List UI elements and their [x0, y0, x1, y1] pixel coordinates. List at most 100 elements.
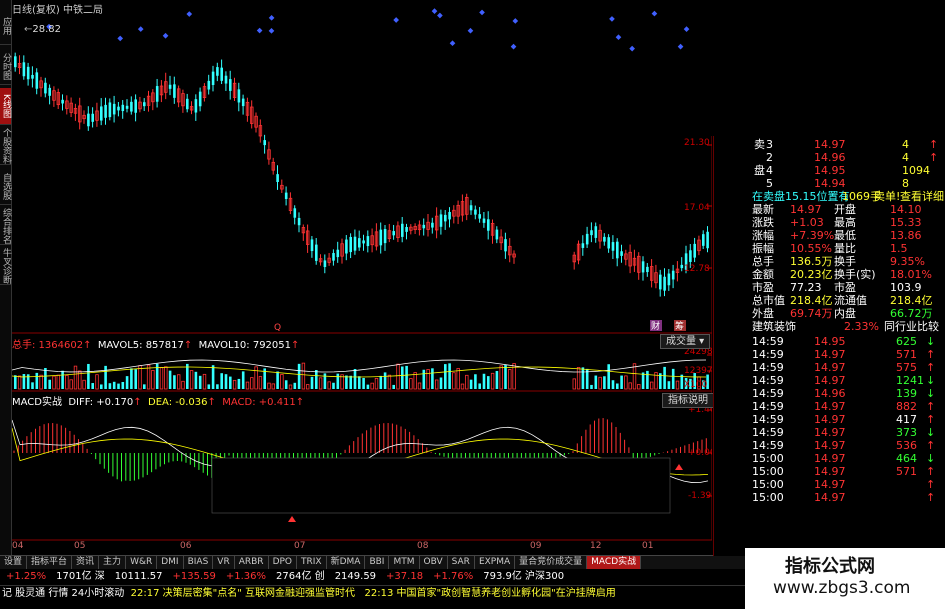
tick-price: 14.97: [814, 426, 846, 439]
index-value: +37.18: [386, 571, 424, 582]
volume-bar: [73, 365, 78, 390]
price-axis-label: 12.78: [684, 264, 710, 274]
index-value: +135.59: [172, 571, 216, 582]
indicator-tab[interactable]: 设置: [0, 556, 28, 569]
left-tab[interactable]: K线图: [0, 88, 11, 125]
indicator-tab[interactable]: MTM: [389, 556, 420, 569]
volume-bar: [620, 375, 623, 389]
indicator-tab[interactable]: 指标平台: [27, 556, 73, 569]
volume-indicator-button[interactable]: 成交量 ▾: [660, 334, 711, 349]
indicator-tab[interactable]: OBV: [420, 556, 448, 569]
volume-bar: [628, 382, 632, 390]
quote-row: 15:00 14.97 ↑: [714, 491, 945, 504]
order-side-label: 盘: [754, 164, 765, 177]
volume-bar: [469, 379, 473, 389]
indicator-tab[interactable]: ARBR: [235, 556, 269, 569]
news-item[interactable]: 22:17 决策层密集"点名" 互联网金融迎强监管时代: [131, 588, 355, 599]
indicator-tab[interactable]: VR: [213, 556, 235, 569]
signal-diamond: [186, 11, 193, 17]
signal-diamond: [449, 40, 456, 47]
signal-diamond: [609, 16, 615, 22]
left-tab[interactable]: 综合排名: [0, 208, 11, 245]
volume-bar: [318, 377, 323, 390]
volume-bar: [65, 374, 69, 390]
quote-value: 136.5万: [790, 255, 833, 268]
volume-bar: [439, 377, 443, 389]
candle-body: [108, 102, 112, 118]
quote-row: 15:00 14.97 571 ↑: [714, 465, 945, 478]
tick-price: 14.97: [814, 400, 846, 413]
volume-bar: [383, 372, 387, 389]
index-value: 10111.57: [114, 571, 163, 582]
quote-row: 振幅 10.55% 量比 1.5: [714, 242, 945, 255]
left-tab[interactable]: 个股资料: [0, 128, 11, 165]
price-axis-label: 17.04: [684, 203, 710, 213]
kline-chart[interactable]: 21.3017.0412.782429812397X100+1.40+0.003…: [12, 0, 712, 555]
quote-label: 最低: [834, 229, 856, 242]
indicator-help-button[interactable]: 指标说明: [662, 393, 714, 408]
indicator-tab[interactable]: DMI: [157, 556, 184, 569]
volume-bar: [405, 365, 408, 389]
news-ticker[interactable]: 记 股灵通 行情 24小时滚动 22:17 决策层密集"点名" 互联网金融迎强监…: [0, 585, 745, 602]
left-tab[interactable]: 应用: [0, 8, 11, 45]
indicator-tab[interactable]: BIAS: [184, 556, 214, 569]
volume-bar: [95, 374, 99, 390]
indicator-tab[interactable]: MACD实战: [587, 556, 642, 569]
candle-body: [401, 223, 404, 237]
tick-time: 15:00: [752, 478, 784, 491]
candle-body: [117, 106, 120, 111]
candle-body: [667, 273, 671, 286]
volume-bar: [220, 373, 223, 389]
order-detail-link[interactable]: 查看详细: [900, 190, 944, 203]
quote-label: 振幅: [752, 242, 774, 255]
indicator-tab[interactable]: 量合竞价成交量: [515, 556, 588, 569]
quote-row: 14:59 14.97 1241 ↓: [714, 374, 945, 387]
indicator-tab[interactable]: 新DMA: [327, 556, 366, 569]
candle-body: [689, 250, 692, 262]
volume-bar: [667, 381, 671, 389]
volume-bar: [598, 376, 602, 390]
quote-value: +1.03: [790, 216, 824, 229]
volume-bar: [431, 368, 434, 389]
indicator-tab[interactable]: SAR: [448, 556, 475, 569]
candle-body: [663, 276, 666, 291]
indicator-tab[interactable]: DPO: [269, 556, 298, 569]
tick-price: 14.97: [814, 374, 846, 387]
volume-bar: [594, 375, 598, 389]
date-label: 08: [417, 541, 429, 551]
sector-compare-button[interactable]: 同行业比较: [884, 320, 939, 333]
indicator-tab[interactable]: TRIX: [297, 556, 327, 569]
candle-body: [168, 84, 172, 89]
order-level: 5: [766, 177, 773, 190]
quote-panel: 卖 3 14.97 4 ↑ 2 14.96 4 ↑ 盘 4 14.95 1094 5 14.94 8 在卖盘15…: [713, 136, 945, 556]
arrow-up-icon: ↑: [929, 151, 939, 164]
indicator-tab[interactable]: W&R: [126, 556, 158, 569]
indicator-tabs: 设置 指标平台 资讯 主力 W&R DMI BIAS VR ARBR DPO TRIX 新DMA BBI…: [0, 555, 745, 569]
mavol10: MAVOL10: 792051: [198, 340, 292, 351]
indicator-tab[interactable]: EXPMA: [475, 556, 516, 569]
signal-diamond: [437, 12, 443, 19]
event-markers: Q财筹: [46, 8, 690, 522]
tick-volume: 417: [896, 413, 917, 426]
volume-bar: [478, 383, 481, 389]
candle-body: [100, 106, 103, 121]
volume-bar: [52, 375, 56, 390]
arrow-up-icon: ↑: [929, 138, 939, 151]
macd-value: MACD: +0.411: [222, 397, 296, 408]
macd-dea: DEA: -0.036: [148, 397, 208, 408]
candle-body: [383, 229, 387, 244]
news-item[interactable]: 22:13 中国首家"政创智慧养老创业孵化园"在沪挂牌启用: [365, 588, 616, 599]
volume-bar: [456, 368, 460, 390]
left-tab[interactable]: 自选股: [0, 168, 11, 205]
order-price: 14.95: [814, 164, 846, 177]
arrow-up-icon: ↑: [926, 400, 936, 413]
volume-bar: [39, 374, 43, 390]
quote-value: 77.23: [790, 281, 822, 294]
indicator-tab[interactable]: 主力: [99, 556, 127, 569]
indicator-tab[interactable]: BBI: [365, 556, 390, 569]
left-tab[interactable]: 牛叉诊断: [0, 248, 11, 285]
tick-volume: 373: [896, 426, 917, 439]
indicator-tab[interactable]: 资讯: [72, 556, 100, 569]
left-tab[interactable]: 分时图: [0, 48, 11, 85]
candle-body: [173, 84, 176, 98]
